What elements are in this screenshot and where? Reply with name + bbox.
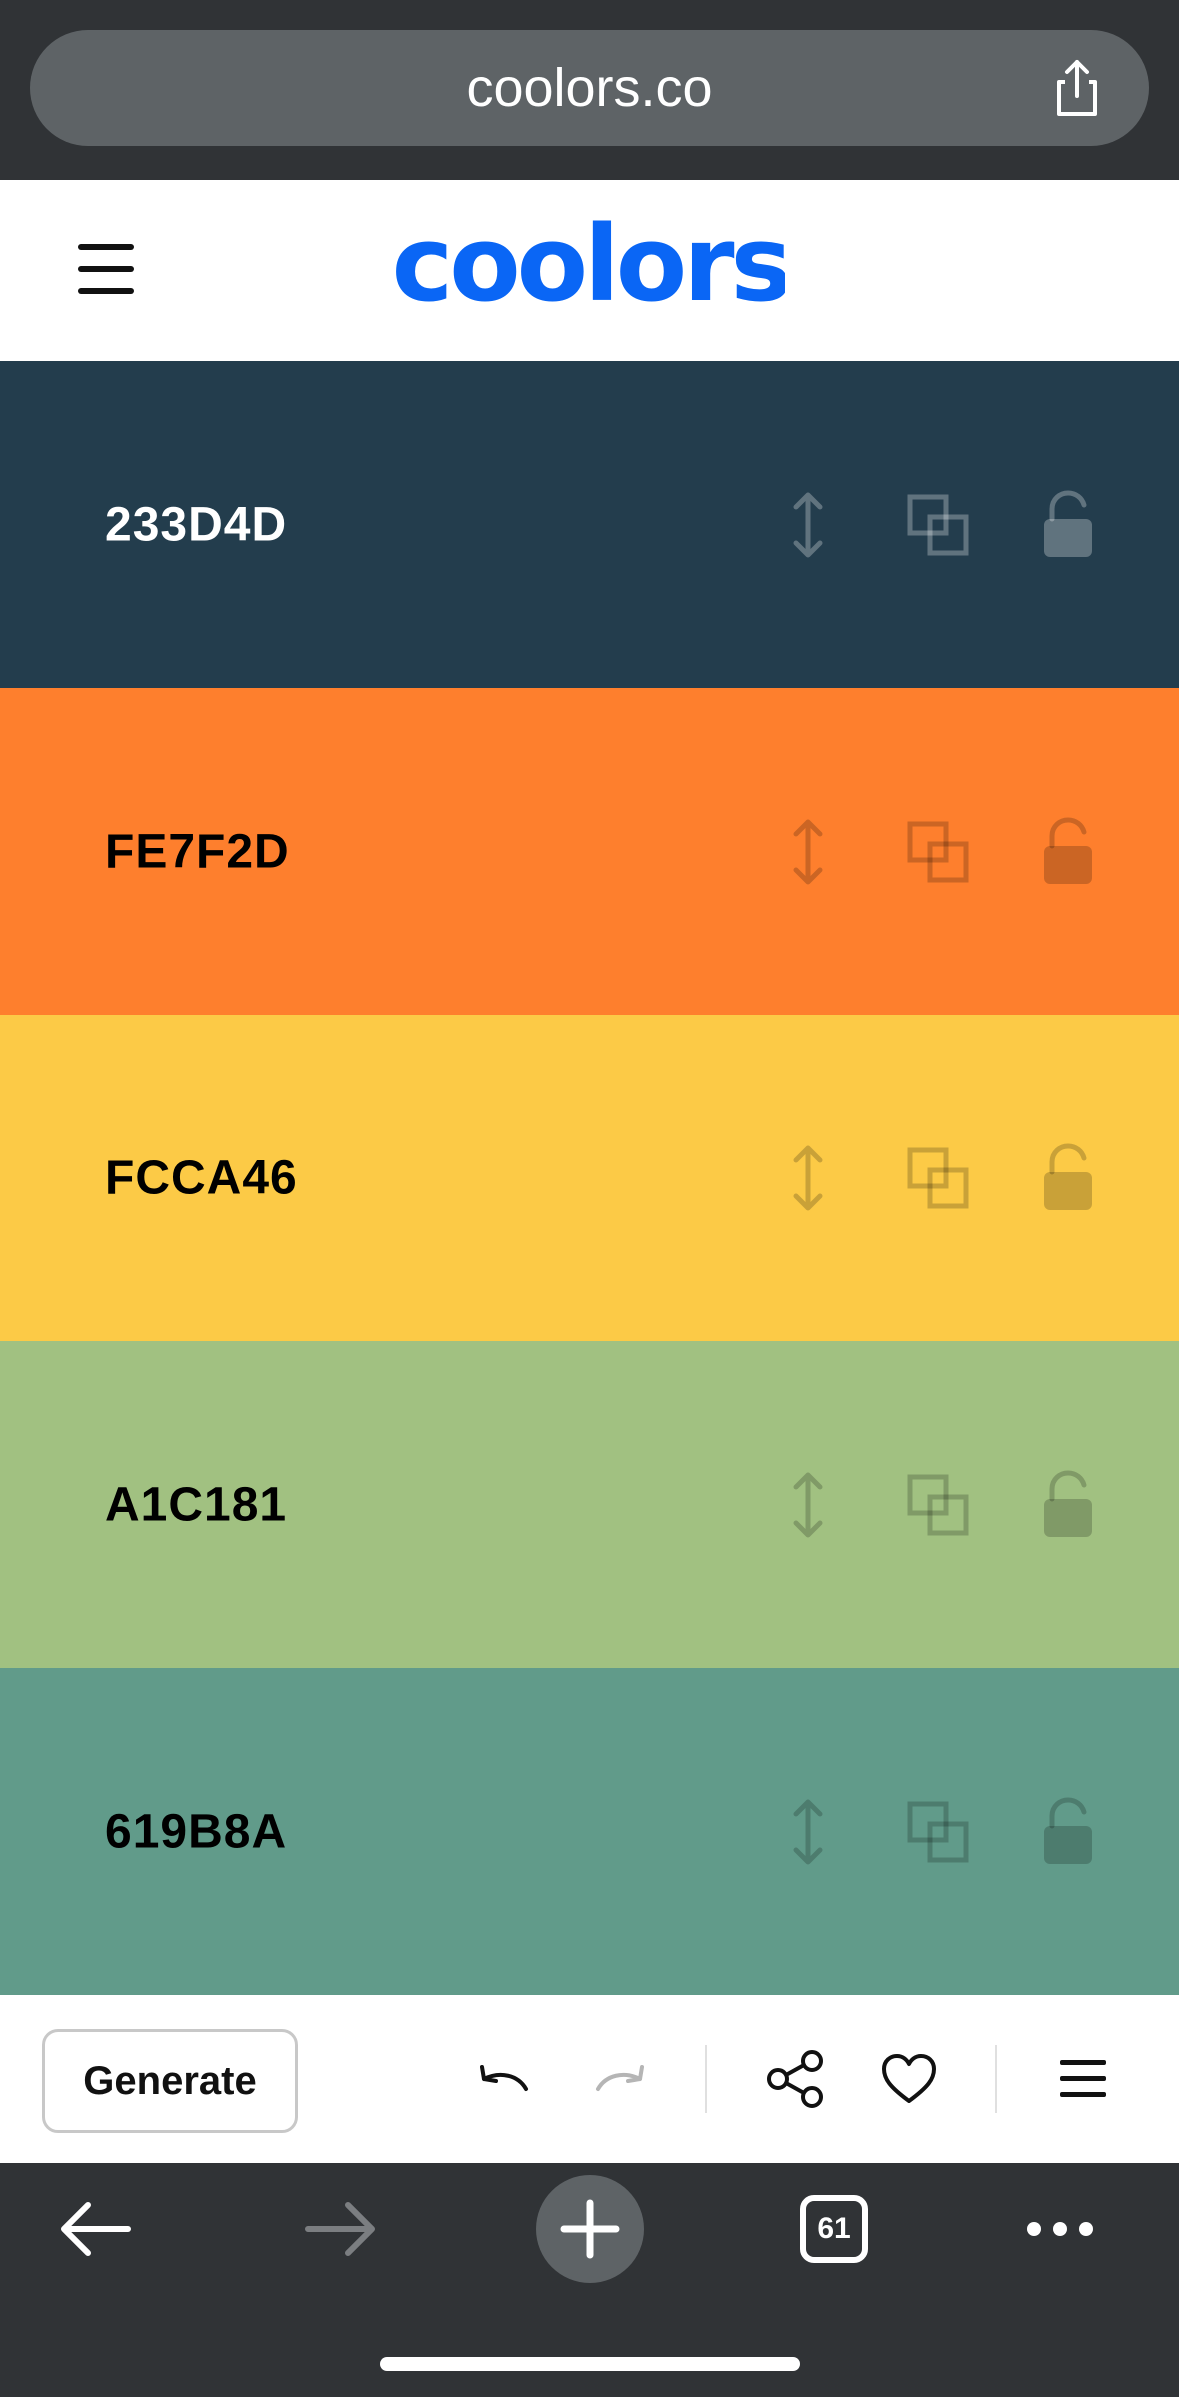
color-hex-code[interactable]: 233D4D xyxy=(105,497,287,552)
copy-icon[interactable] xyxy=(906,493,970,557)
toolbar-divider xyxy=(995,2045,997,2113)
url-text: coolors.co xyxy=(466,58,713,118)
copy-icon[interactable] xyxy=(906,820,970,884)
new-tab-plus-icon[interactable] xyxy=(536,2175,644,2283)
color-hex-code[interactable]: A1C181 xyxy=(105,1478,287,1533)
share-icon[interactable] xyxy=(766,2050,824,2108)
coolors-logo[interactable]: coolors xyxy=(395,212,785,322)
color-swatch[interactable]: FCCA46 xyxy=(0,1014,1179,1343)
drag-move-icon[interactable] xyxy=(778,489,838,561)
hamburger-menu-icon[interactable] xyxy=(78,242,136,296)
more-icon[interactable] xyxy=(1024,2219,1096,2239)
drag-move-icon[interactable] xyxy=(778,1469,838,1541)
drag-move-icon[interactable] xyxy=(778,1796,838,1868)
heart-icon[interactable] xyxy=(880,2053,938,2105)
generate-button[interactable]: Generate xyxy=(42,2029,298,2133)
drag-move-icon[interactable] xyxy=(778,1142,838,1214)
copy-icon[interactable] xyxy=(906,1473,970,1537)
unlock-icon[interactable] xyxy=(1038,816,1098,888)
browser-bottom-bar: 61 xyxy=(0,2163,1179,2397)
color-swatch[interactable]: 233D4D xyxy=(0,361,1179,689)
browser-top-bar: coolors.co xyxy=(0,0,1179,180)
color-swatch[interactable]: A1C181 xyxy=(0,1341,1179,1670)
forward-arrow-icon[interactable] xyxy=(304,2201,378,2257)
drag-move-icon[interactable] xyxy=(778,816,838,888)
tab-count: 61 xyxy=(817,2212,851,2245)
undo-icon[interactable] xyxy=(476,2059,532,2099)
toolbar-divider xyxy=(705,2045,707,2113)
color-hex-code[interactable]: FCCA46 xyxy=(105,1151,298,1206)
site-header: coolors xyxy=(0,180,1179,361)
color-hex-code[interactable]: 619B8A xyxy=(105,1805,287,1860)
unlock-icon[interactable] xyxy=(1038,1796,1098,1868)
home-indicator xyxy=(380,2357,800,2371)
redo-icon[interactable] xyxy=(592,2059,648,2099)
color-swatch[interactable]: FE7F2D xyxy=(0,687,1179,1016)
color-hex-code[interactable]: FE7F2D xyxy=(105,824,290,879)
address-bar[interactable]: coolors.co xyxy=(30,30,1149,146)
unlock-icon[interactable] xyxy=(1038,1142,1098,1214)
tabs-icon[interactable]: 61 xyxy=(800,2195,868,2263)
color-swatch[interactable]: 619B8A xyxy=(0,1668,1179,1996)
svg-text:coolors: coolors xyxy=(395,212,785,322)
unlock-icon[interactable] xyxy=(1038,1469,1098,1541)
copy-icon[interactable] xyxy=(906,1800,970,1864)
unlock-icon[interactable] xyxy=(1038,489,1098,561)
copy-icon[interactable] xyxy=(906,1146,970,1210)
menu-icon[interactable] xyxy=(1058,2057,1108,2101)
share-icon[interactable] xyxy=(1047,58,1107,118)
back-arrow-icon[interactable] xyxy=(58,2201,132,2257)
bottom-toolbar: Generate xyxy=(0,1995,1179,2163)
